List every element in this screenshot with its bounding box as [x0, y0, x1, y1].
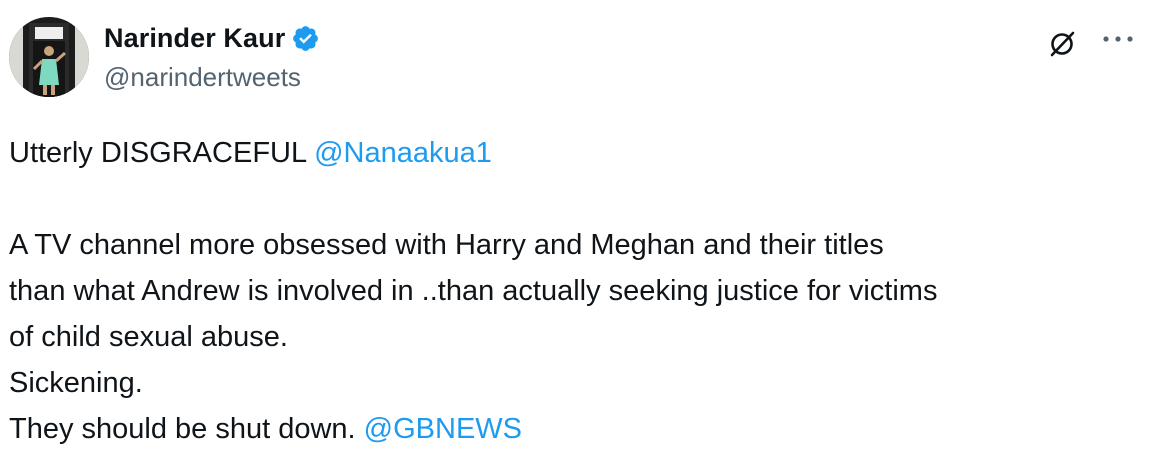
- grok-icon: [1050, 31, 1075, 57]
- tweet-text: Utterly DISGRACEFUL @Nanaakua1 A TV chan…: [9, 130, 1149, 452]
- mention-link-gbnews[interactable]: @GBNEWS: [364, 413, 522, 445]
- tweet-line: of child sexual abuse.: [9, 321, 288, 353]
- username-handle[interactable]: @narindertweets: [104, 62, 320, 93]
- grok-button[interactable]: [1042, 24, 1082, 64]
- profile-photo-avatar: [9, 17, 89, 97]
- display-name[interactable]: Narinder Kaur: [104, 23, 285, 54]
- tweet-line: A TV channel more obsessed with Harry an…: [9, 229, 884, 261]
- tweet-line-text: Utterly DISGRACEFUL: [9, 137, 315, 169]
- more-options-button[interactable]: [1098, 24, 1138, 54]
- tweet-line: Sickening.: [9, 367, 143, 399]
- tweet-line: They should be shut down. @GBNEWS: [9, 406, 1149, 452]
- tweet-line: Utterly DISGRACEFUL @Nanaakua1: [9, 130, 1149, 176]
- avatar[interactable]: [9, 17, 89, 97]
- tweet-card: Narinder Kaur @narindertweets Utterly DI…: [0, 0, 1156, 474]
- mention-link-nanaakua1[interactable]: @Nanaakua1: [314, 137, 492, 169]
- tweet-line-text: They should be shut down.: [9, 413, 364, 445]
- more-horizontal-icon: [1103, 36, 1133, 42]
- tweet-line: than what Andrew is involved in ..than a…: [9, 275, 938, 307]
- name-row: Narinder Kaur: [104, 20, 320, 56]
- author-info: Narinder Kaur @narindertweets: [104, 20, 320, 93]
- verified-badge-icon: [291, 24, 320, 53]
